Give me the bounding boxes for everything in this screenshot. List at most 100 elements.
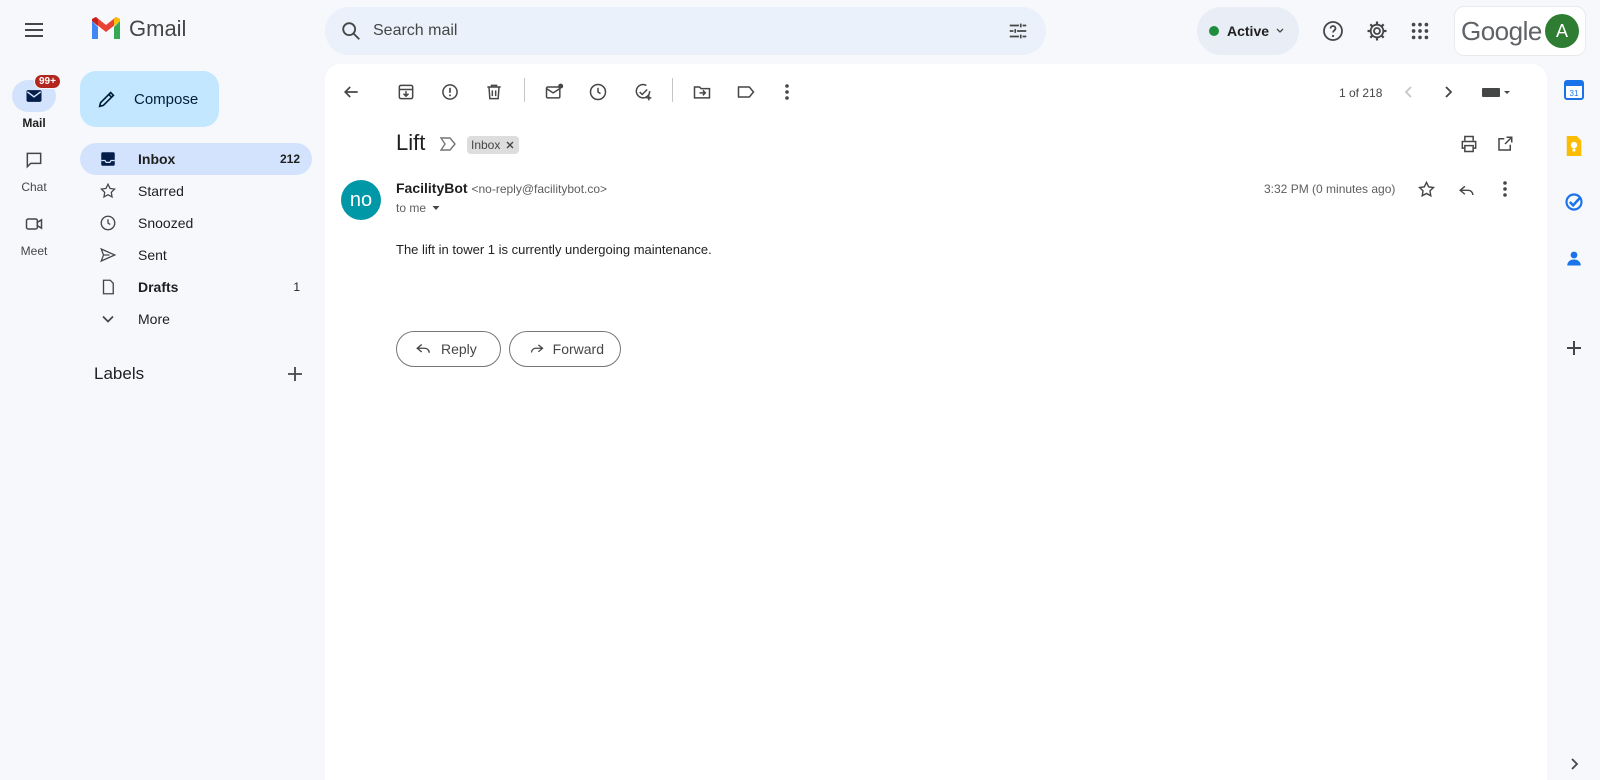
toolbar-divider: [672, 78, 673, 102]
keyboard-icon: [1482, 88, 1510, 97]
search-options-button[interactable]: [998, 11, 1038, 51]
account-switcher[interactable]: Google A: [1454, 6, 1586, 56]
help-button[interactable]: [1313, 11, 1353, 51]
forward-label: Forward: [552, 341, 604, 357]
apps-grid-icon: [1411, 22, 1429, 40]
keep-icon: [1566, 136, 1582, 156]
create-label-button[interactable]: [275, 354, 315, 394]
google-wordmark: Google: [1461, 15, 1542, 46]
labels-button[interactable]: [726, 72, 766, 112]
snooze-button[interactable]: [578, 72, 618, 112]
side-contacts[interactable]: [1556, 240, 1592, 276]
contacts-icon: [1567, 251, 1581, 266]
gmail-m-icon: [92, 17, 120, 39]
gmail-logo[interactable]: Gmail: [90, 16, 186, 42]
send-icon: [100, 247, 117, 263]
nav-item-label: Sent: [138, 247, 167, 263]
add-task-icon: [635, 83, 652, 101]
rail-meet-label: Meet: [20, 244, 48, 258]
nav-item-more[interactable]: More: [80, 303, 312, 335]
rail-mail-label: Mail: [22, 116, 46, 130]
older-button[interactable]: [1428, 72, 1468, 112]
move-to-button[interactable]: [682, 72, 722, 112]
nav-item-snoozed[interactable]: Snoozed: [80, 207, 312, 239]
nav-item-inbox[interactable]: Inbox 212: [80, 143, 312, 175]
search-icon: [342, 22, 360, 40]
svg-text:31: 31: [1570, 89, 1579, 98]
recipient-text: to me: [396, 201, 427, 215]
forward-button[interactable]: Forward: [509, 331, 621, 367]
message-more-button[interactable]: [1485, 169, 1525, 209]
nav-item-starred[interactable]: Starred: [80, 175, 312, 207]
importance-marker-button[interactable]: [439, 136, 457, 152]
reply-icon: [1458, 185, 1474, 195]
newer-button[interactable]: [1389, 72, 1429, 112]
rail-meet[interactable]: Meet: [0, 208, 68, 258]
report-spam-button[interactable]: [430, 72, 470, 112]
search-input[interactable]: [373, 22, 998, 40]
message-panel: 1 of 218 Lift Inbox no FacilityBot <no-r…: [325, 64, 1547, 780]
status-dropdown[interactable]: Active: [1197, 7, 1299, 55]
delete-button[interactable]: [474, 72, 514, 112]
clock-icon: [589, 83, 607, 101]
nav-item-label: Snoozed: [138, 215, 194, 231]
forward-icon: [530, 344, 544, 353]
add-to-tasks-button[interactable]: [623, 72, 663, 112]
reply-button[interactable]: Reply: [396, 331, 501, 367]
pagination-text: 1 of 218: [1339, 86, 1383, 100]
reply-label: Reply: [441, 341, 477, 357]
reply-icon: [416, 343, 430, 353]
gear-icon: [1367, 21, 1387, 41]
more-vert-icon: [785, 84, 789, 100]
nav-item-label: More: [138, 311, 170, 327]
tasks-icon: [1565, 193, 1583, 211]
mark-unread-button[interactable]: [534, 72, 574, 112]
compose-label: Compose: [134, 90, 199, 108]
back-button[interactable]: [331, 72, 371, 112]
chat-icon: [26, 152, 42, 169]
inbox-icon: [101, 152, 115, 166]
video-camera-icon: [25, 218, 43, 230]
compose-button[interactable]: Compose: [80, 71, 219, 127]
mark-unread-icon: [545, 83, 564, 99]
print-icon: [1461, 135, 1477, 153]
side-calendar[interactable]: 31: [1556, 72, 1592, 108]
more-actions-button[interactable]: [767, 72, 807, 112]
labels-heading: Labels: [94, 364, 145, 383]
email-body: The lift in tower 1 is currently undergo…: [396, 242, 712, 257]
side-tasks[interactable]: [1556, 184, 1592, 220]
side-keep[interactable]: [1556, 128, 1592, 164]
reply-icon-button[interactable]: [1446, 169, 1486, 209]
print-button[interactable]: [1449, 124, 1489, 164]
input-tools-button[interactable]: [1473, 72, 1521, 112]
status-dot-icon: [1209, 26, 1219, 36]
side-add-app[interactable]: [1556, 330, 1592, 366]
remove-label-icon[interactable]: [505, 140, 515, 150]
plus-icon: [1567, 341, 1581, 355]
side-panel-toggle[interactable]: [1556, 750, 1592, 778]
more-vert-icon: [1503, 181, 1507, 197]
open-new-window-button[interactable]: [1485, 124, 1525, 164]
search-bar: [325, 7, 1046, 55]
rail-chat[interactable]: Chat: [0, 144, 68, 194]
recipient-details-toggle[interactable]: to me: [396, 201, 441, 215]
sender-name[interactable]: FacilityBot: [396, 180, 468, 196]
nav-item-sent[interactable]: Sent: [80, 239, 312, 271]
email-timestamp: 3:32 PM (0 minutes ago): [1264, 182, 1396, 196]
main-menu-button[interactable]: [14, 10, 54, 50]
sender-avatar[interactable]: no: [341, 180, 381, 220]
chevron-down-icon: [1276, 28, 1284, 33]
search-button[interactable]: [329, 20, 373, 42]
rail-mail[interactable]: 99+ Mail: [0, 74, 68, 130]
star-button[interactable]: [1406, 169, 1446, 209]
archive-icon: [398, 84, 414, 100]
toolbar-divider: [524, 78, 525, 102]
nav-item-drafts[interactable]: Drafts 1: [80, 271, 312, 303]
trash-icon: [487, 84, 501, 100]
settings-button[interactable]: [1357, 11, 1397, 51]
arrow-left-icon: [343, 86, 358, 98]
archive-button[interactable]: [386, 72, 426, 112]
calendar-icon: 31: [1564, 80, 1584, 100]
apps-button[interactable]: [1400, 11, 1440, 51]
nav-item-label: Starred: [138, 183, 184, 199]
